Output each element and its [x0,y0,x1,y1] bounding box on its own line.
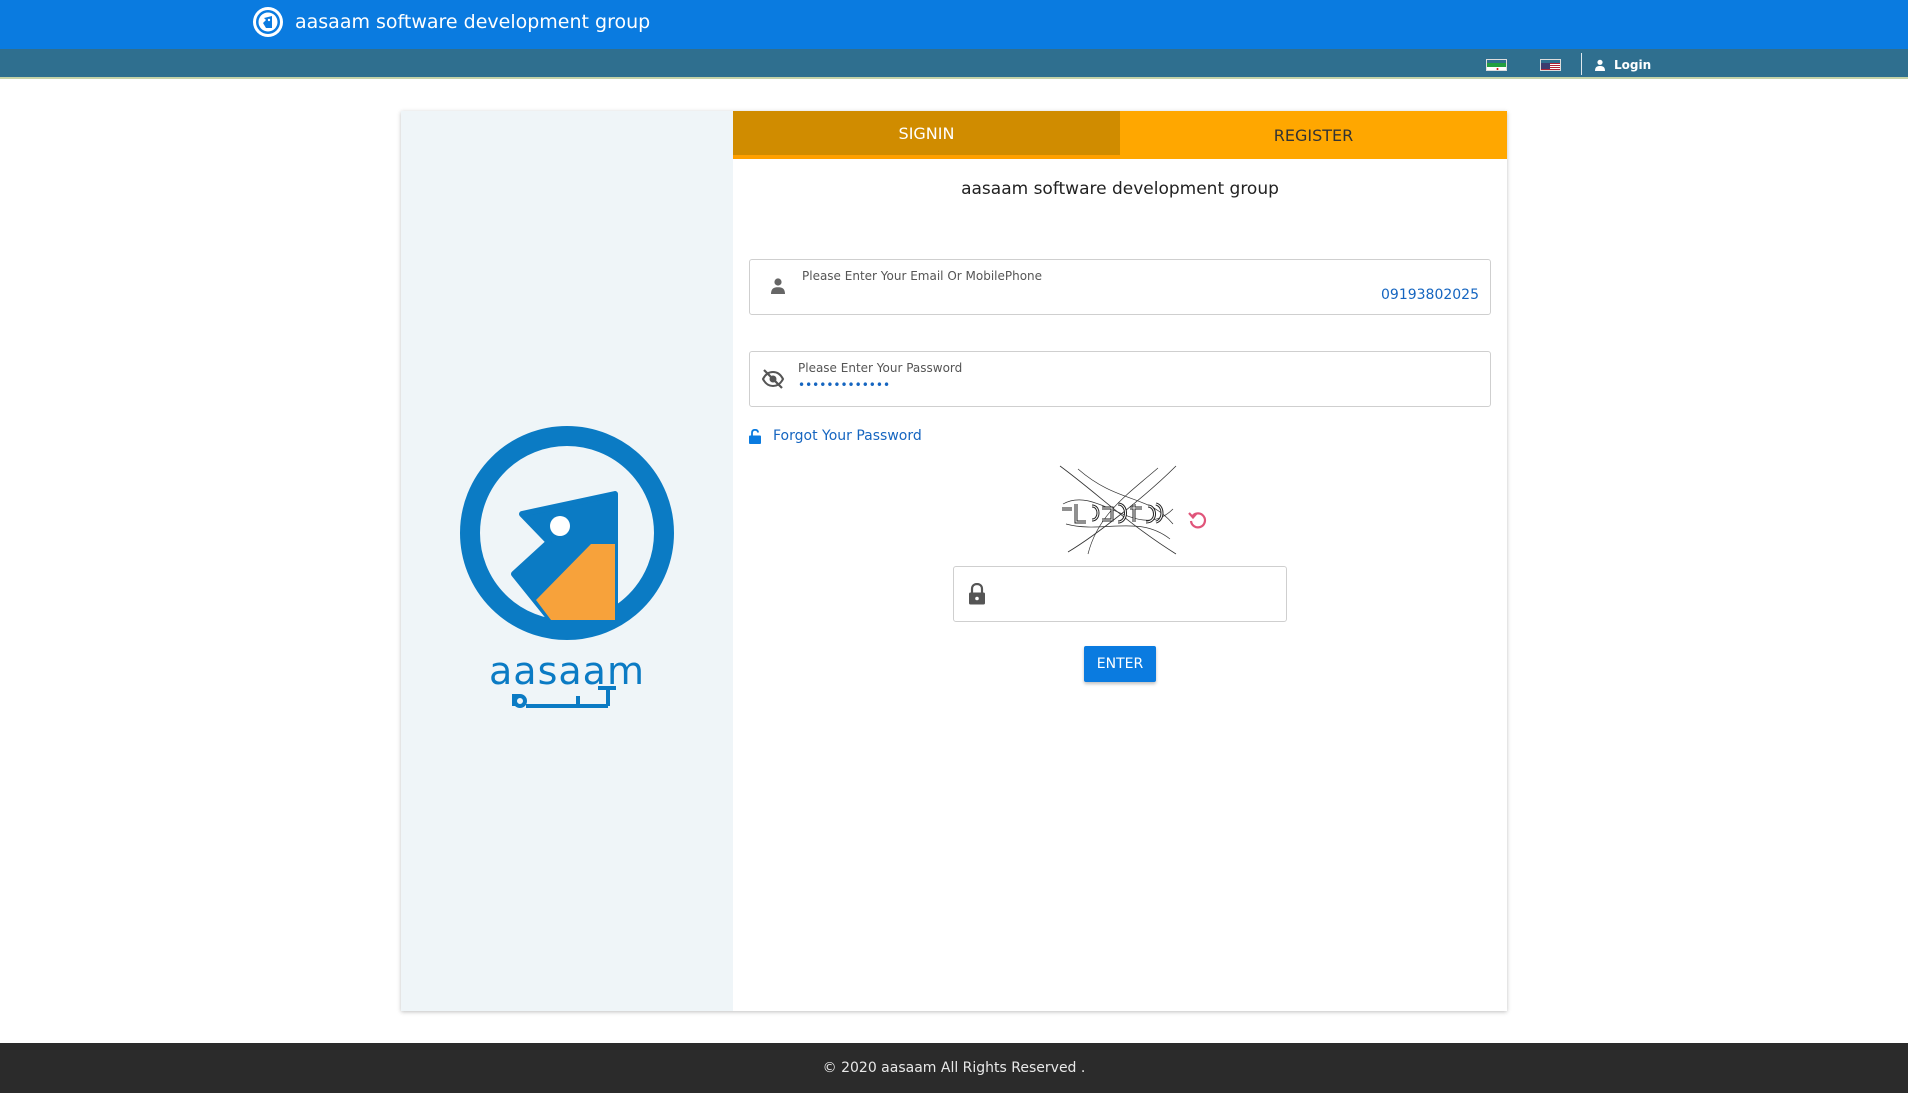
username-label: Please Enter Your Email Or MobilePhone [802,269,1043,283]
toolbar-divider [1581,53,1582,75]
password-field[interactable]: Please Enter Your Password ••••••••••••• [749,351,1491,407]
username-field[interactable]: Please Enter Your Email Or MobilePhone 0… [749,259,1491,315]
auth-card: aasaam SIGNIN REGISTER aasaam software d… [401,111,1507,1011]
refresh-icon[interactable] [1187,509,1209,531]
password-value: ••••••••••••• [798,378,891,392]
logo-panel: aasaam [401,111,733,1011]
iran-flag-icon[interactable] [1486,59,1507,71]
user-icon [771,278,785,294]
login-label: Login [1614,58,1652,72]
lock-icon [969,583,985,605]
logo-text: aasaam [489,649,645,693]
captcha-input[interactable] [953,566,1287,622]
login-link[interactable]: Login [1594,56,1651,74]
top-app-bar: aasaam software development group [0,0,1908,49]
aasaam-logo: aasaam [458,424,676,718]
eye-off-icon[interactable] [761,369,785,389]
user-icon [1595,59,1605,71]
auth-tabs: SIGNIN REGISTER [733,111,1507,159]
password-label: Please Enter Your Password [798,361,963,375]
brand-title: aasaam software development group [295,11,651,33]
footer: © 2020 aasaam All Rights Reserved . [0,1043,1908,1093]
forgot-password-link[interactable]: Forgot Your Password [749,428,922,444]
form-title: aasaam software development group [961,179,1279,199]
unlock-icon [749,428,761,444]
footer-text: © 2020 aasaam All Rights Reserved . [822,1060,1086,1076]
tab-register[interactable]: REGISTER [1120,111,1507,159]
enter-button[interactable]: ENTER [1084,646,1156,682]
form-panel: SIGNIN REGISTER aasaam software developm… [733,111,1507,1011]
brand[interactable]: aasaam software development group [253,6,650,38]
us-flag-icon[interactable] [1540,59,1561,71]
forgot-password-label: Forgot Your Password [773,428,922,444]
tab-signin[interactable]: SIGNIN [733,111,1120,159]
captcha-image [1058,464,1178,556]
username-value: 09193802025 [1381,287,1479,303]
brand-logo-icon [253,7,283,37]
